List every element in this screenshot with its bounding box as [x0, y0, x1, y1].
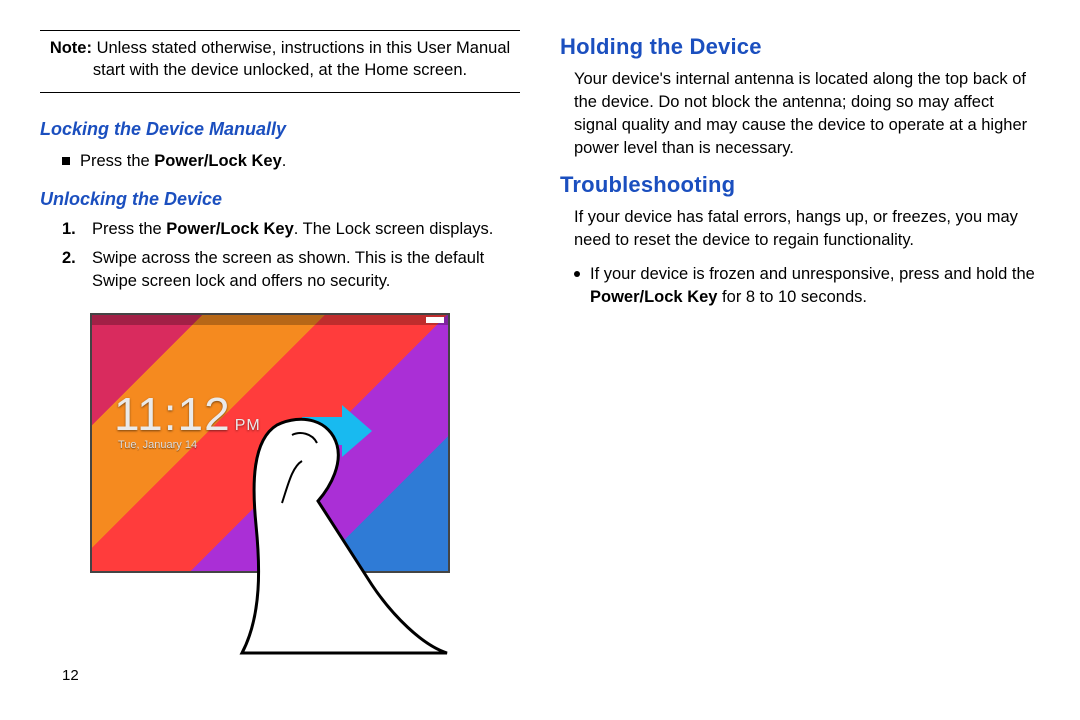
right-column: Holding the Device Your device's interna…: [560, 30, 1040, 700]
manual-page: Note: Unless stated otherwise, instructi…: [0, 0, 1080, 720]
ts-bullet-pre: If your device is frozen and unresponsiv…: [590, 265, 1035, 283]
lock-bullet-post: .: [282, 152, 287, 170]
clock-time-value: 11:12: [114, 388, 231, 440]
status-bar: [92, 315, 448, 325]
subheading-unlocking: Unlocking the Device: [40, 189, 520, 210]
unlock-steps: 1. Press the Power/Lock Key. The Lock sc…: [62, 218, 520, 299]
ts-bullet-strong: Power/Lock Key: [590, 288, 717, 306]
heading-troubleshooting: Troubleshooting: [560, 172, 1040, 198]
troubleshooting-intro: If your device has fatal errors, hangs u…: [574, 206, 1040, 252]
ts-bullet-post: for 8 to 10 seconds.: [717, 288, 867, 306]
step-1-text: Press the Power/Lock Key. The Lock scree…: [92, 218, 493, 241]
clock-date: Tue, January 14: [118, 439, 197, 451]
lock-bullet-strong: Power/Lock Key: [154, 152, 281, 170]
note-label: Note:: [50, 39, 92, 57]
holding-text: Your device's internal antenna is locate…: [574, 68, 1040, 160]
troubleshooting-bullet: If your device is frozen and unresponsiv…: [574, 263, 1040, 309]
step-1-num: 1.: [62, 218, 82, 241]
page-number: 12: [62, 667, 79, 684]
square-bullet-icon: [62, 157, 70, 165]
step-2-text: Swipe across the screen as shown. This i…: [92, 247, 520, 293]
lock-bullet-text: Press the Power/Lock Key.: [80, 150, 286, 173]
troubleshooting-bullet-text: If your device is frozen and unresponsiv…: [590, 263, 1040, 309]
step-2: 2. Swipe across the screen as shown. Thi…: [62, 247, 520, 293]
round-bullet-icon: [574, 271, 580, 277]
left-column: Note: Unless stated otherwise, instructi…: [40, 30, 520, 700]
step-2-num: 2.: [62, 247, 82, 293]
step1-strong: Power/Lock Key: [166, 220, 293, 238]
heading-holding: Holding the Device: [560, 34, 1040, 60]
subheading-locking: Locking the Device Manually: [40, 119, 520, 140]
lock-screen-illustration: 11:12PM Tue, January 14: [90, 313, 450, 573]
step1-pre: Press the: [92, 220, 166, 238]
hand-icon: [222, 415, 452, 655]
step-1: 1. Press the Power/Lock Key. The Lock sc…: [62, 218, 520, 241]
step1-post: . The Lock screen displays.: [294, 220, 494, 238]
note-box: Note: Unless stated otherwise, instructi…: [40, 30, 520, 93]
note-text: Unless stated otherwise, instructions in…: [92, 39, 510, 79]
lock-bullet: Press the Power/Lock Key.: [62, 150, 520, 173]
lock-bullet-pre: Press the: [80, 152, 154, 170]
